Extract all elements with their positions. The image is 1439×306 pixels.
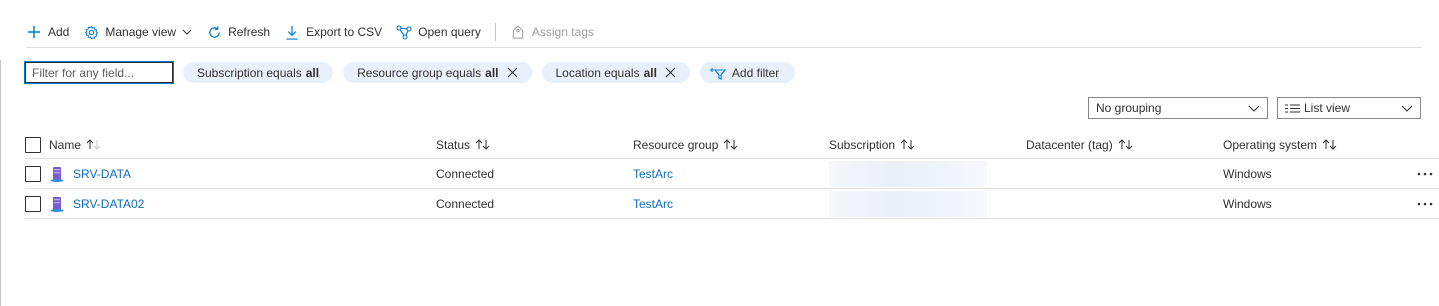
pill-value: all xyxy=(305,65,320,80)
column-header-operating-system[interactable]: Operating system xyxy=(1223,131,1337,158)
more-options-icon[interactable] xyxy=(1417,189,1433,218)
pill-text: Location equals xyxy=(555,65,640,80)
resource-group-cell: TestArc xyxy=(633,189,673,218)
column-label: Name xyxy=(49,137,82,152)
table-header: Name Status Resource group Subscription … xyxy=(25,131,1439,159)
export-csv-label: Export to CSV xyxy=(306,25,383,39)
close-icon[interactable] xyxy=(507,67,518,78)
chevron-down-icon xyxy=(1401,105,1413,112)
chevron-down-icon xyxy=(1248,105,1260,112)
select-all-cell xyxy=(25,131,41,158)
toolbar-separator xyxy=(26,47,1422,48)
server-icon xyxy=(49,196,65,212)
resource-group-link[interactable]: TestArc xyxy=(633,167,673,181)
column-header-resource-group[interactable]: Resource group xyxy=(633,131,738,158)
pill-value: all xyxy=(485,65,499,80)
column-label: Resource group xyxy=(633,137,719,152)
redacted-subscription xyxy=(829,161,987,187)
column-label: Status xyxy=(436,137,471,152)
sort-icon xyxy=(724,139,738,150)
refresh-button[interactable]: Refresh xyxy=(206,18,270,46)
sort-icon xyxy=(1323,139,1337,150)
filter-input[interactable] xyxy=(24,61,174,84)
column-header-datacenter[interactable]: Datacenter (tag) xyxy=(1026,131,1133,158)
row-checkbox[interactable] xyxy=(25,195,41,212)
plus-icon xyxy=(26,24,42,40)
open-query-button[interactable]: Open query xyxy=(396,18,481,46)
location-filter-pill[interactable]: Location equals all xyxy=(541,62,690,83)
gear-icon xyxy=(83,24,99,40)
left-edge-divider xyxy=(0,60,1,306)
column-label: Datacenter (tag) xyxy=(1026,137,1113,152)
add-button[interactable]: Add xyxy=(26,18,69,46)
row-checkbox[interactable] xyxy=(25,165,41,182)
pill-text: Resource group equals xyxy=(357,65,482,80)
column-header-name[interactable]: Name xyxy=(49,131,101,158)
add-label: Add xyxy=(48,25,70,39)
pill-text: Subscription equals xyxy=(197,65,302,80)
redacted-subscription xyxy=(829,191,987,217)
name-cell: SRV-DATA02 xyxy=(49,189,144,218)
add-filter-button[interactable]: Add filter xyxy=(699,62,796,83)
row-select-cell xyxy=(25,189,41,218)
chevron-down-icon xyxy=(182,29,192,35)
os-cell: Windows xyxy=(1223,196,1272,211)
close-icon[interactable] xyxy=(665,67,676,78)
grouping-value: No grouping xyxy=(1096,101,1162,115)
add-filter-icon xyxy=(709,66,726,80)
assign-tags-label: Assign tags xyxy=(531,25,594,39)
status-cell: Connected xyxy=(436,196,495,211)
toolbar-divider xyxy=(494,23,496,41)
sort-icon xyxy=(476,139,490,150)
column-label: Subscription xyxy=(829,137,896,152)
table-row[interactable]: SRV-DATA Connected TestArc Windows xyxy=(25,159,1439,189)
resource-group-cell: TestArc xyxy=(633,159,673,188)
manage-view-button[interactable]: Manage view xyxy=(83,18,192,46)
pill-value: all xyxy=(643,65,657,80)
command-bar: Add Manage view Refresh Export to CSV Op… xyxy=(26,18,608,46)
name-cell: SRV-DATA xyxy=(49,159,131,188)
resource-group-link[interactable]: TestArc xyxy=(633,197,673,211)
export-csv-button[interactable]: Export to CSV xyxy=(284,18,382,46)
view-value: List view xyxy=(1304,101,1351,115)
tag-icon xyxy=(510,24,526,40)
sort-icon xyxy=(1118,139,1133,150)
select-all-checkbox[interactable] xyxy=(25,136,41,153)
more-options-icon[interactable] xyxy=(1417,159,1433,188)
column-label: Operating system xyxy=(1223,137,1318,152)
list-view-icon xyxy=(1285,104,1300,113)
status-cell: Connected xyxy=(436,166,495,181)
add-filter-label: Add filter xyxy=(731,65,780,80)
filter-bar: Subscription equals all Resource group e… xyxy=(24,61,805,84)
view-dropdown[interactable]: List view xyxy=(1277,97,1421,119)
server-icon xyxy=(49,166,65,182)
os-cell: Windows xyxy=(1223,166,1272,181)
table-row[interactable]: SRV-DATA02 Connected TestArc Windows xyxy=(25,189,1439,219)
refresh-label: Refresh xyxy=(228,25,271,39)
server-name-link[interactable]: SRV-DATA02 xyxy=(73,197,144,211)
sort-icon xyxy=(901,139,915,150)
resource-grid: Name Status Resource group Subscription … xyxy=(25,131,1439,219)
download-icon xyxy=(284,24,300,40)
assign-tags-button[interactable]: Assign tags xyxy=(510,18,594,46)
query-graph-icon xyxy=(396,24,412,40)
column-header-status[interactable]: Status xyxy=(436,131,490,158)
sort-ascending-icon xyxy=(87,139,101,150)
resource-group-filter-pill[interactable]: Resource group equals all xyxy=(343,62,532,83)
open-query-label: Open query xyxy=(418,25,481,39)
subscription-filter-pill[interactable]: Subscription equals all xyxy=(183,62,334,83)
server-name-link[interactable]: SRV-DATA xyxy=(73,167,131,181)
column-header-subscription[interactable]: Subscription xyxy=(829,131,915,158)
refresh-icon xyxy=(206,24,222,40)
view-controls: No grouping List view xyxy=(1088,97,1421,119)
row-select-cell xyxy=(25,159,41,188)
manage-view-label: Manage view xyxy=(105,25,177,39)
grouping-dropdown[interactable]: No grouping xyxy=(1088,97,1268,119)
